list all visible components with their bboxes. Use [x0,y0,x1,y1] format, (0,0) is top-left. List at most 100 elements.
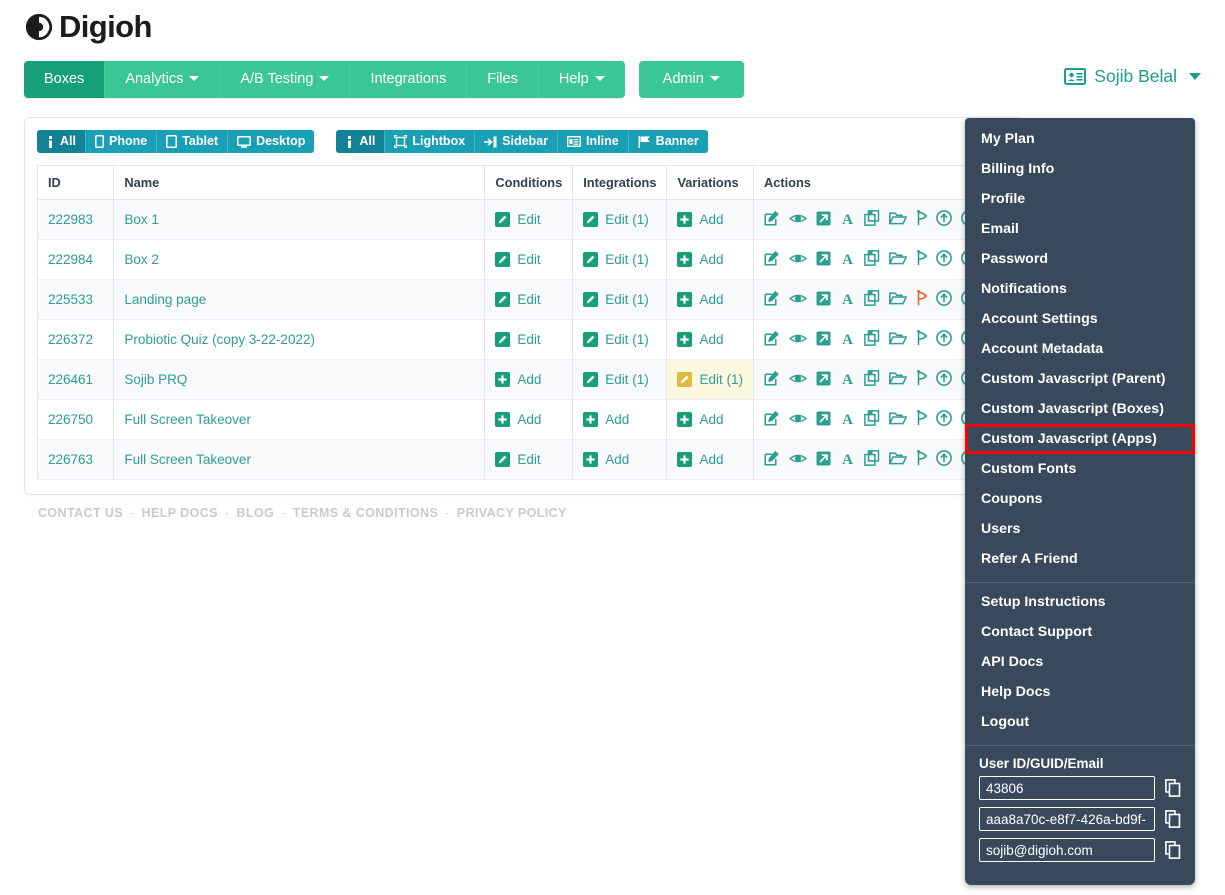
copy-icon[interactable] [1165,841,1181,859]
dropdown-item-custom-javascript-parent[interactable]: Custom Javascript (Parent) [965,364,1195,394]
footer-link-privacy[interactable]: PRIVACY POLICY [457,506,567,520]
box-name-link[interactable]: Box 1 [124,212,159,227]
integrations-action[interactable]: Edit (1) [583,212,656,227]
branch-icon[interactable] [916,209,927,229]
eye-preview-icon[interactable] [788,412,808,428]
conditions-action[interactable]: Add [495,372,562,387]
folder-icon[interactable] [888,251,908,268]
expand-arrow-icon[interactable] [816,211,831,229]
conditions-action[interactable]: Edit [495,332,562,347]
integrations-action[interactable]: Edit (1) [583,332,656,347]
dropdown-item-custom-fonts[interactable]: Custom Fonts [965,454,1195,484]
dropdown-item-account-settings[interactable]: Account Settings [965,304,1195,334]
conditions-action[interactable]: Edit [495,452,562,467]
folder-icon[interactable] [888,371,908,388]
edit-pencil-icon[interactable] [764,370,780,389]
nav-item-boxes[interactable]: Boxes [24,61,106,98]
user-guid-input[interactable]: aaa8a70c-e8f7-426a-bd9f- [979,807,1155,831]
folder-icon[interactable] [888,411,908,428]
conditions-action[interactable]: Edit [495,252,562,267]
copy-duplicate-icon[interactable] [864,210,880,229]
box-name-link[interactable]: Probiotic Quiz (copy 3-22-2022) [124,332,315,347]
eye-preview-icon[interactable] [788,452,808,468]
branch-icon[interactable] [916,409,927,429]
eye-preview-icon[interactable] [788,372,808,388]
branch-icon[interactable] [916,249,927,269]
box-id-link[interactable]: 222983 [48,212,93,227]
copy-duplicate-icon[interactable] [864,410,880,429]
type-filter-inline[interactable]: Inline [558,130,629,153]
footer-link-contact-us[interactable]: CONTACT US [38,506,123,520]
user-id-input[interactable]: 43806 [979,776,1155,800]
expand-arrow-icon[interactable] [816,331,831,349]
integrations-action[interactable]: Edit (1) [583,372,656,387]
edit-pencil-icon[interactable] [764,410,780,429]
branch-icon[interactable] [916,329,927,349]
dropdown-item-users[interactable]: Users [965,514,1195,544]
variations-action[interactable]: Add [677,252,743,267]
box-id-link[interactable]: 225533 [48,292,93,307]
integrations-action[interactable]: Edit (1) [583,292,656,307]
variations-action[interactable]: Add [677,332,743,347]
dropdown-item-refer-a-friend[interactable]: Refer A Friend [965,544,1195,574]
copy-icon[interactable] [1165,810,1181,828]
edit-pencil-icon[interactable] [764,210,780,229]
type-filter-all[interactable]: All [336,130,386,153]
dropdown-item-email[interactable]: Email [965,214,1195,244]
box-id-link[interactable]: 226372 [48,332,93,347]
variations-action[interactable]: Add [677,212,743,227]
variations-action[interactable]: Add [677,412,743,427]
dropdown-item-profile[interactable]: Profile [965,184,1195,214]
arrow-up-circle-icon[interactable] [936,290,952,309]
expand-arrow-icon[interactable] [816,411,831,429]
box-id-link[interactable]: 222984 [48,252,93,267]
dropdown-item-contact-support[interactable]: Contact Support [965,617,1195,647]
nav-item-admin[interactable]: Admin [638,61,744,98]
eye-preview-icon[interactable] [788,212,808,228]
expand-arrow-icon[interactable] [816,451,831,469]
dropdown-item-custom-javascript-apps[interactable]: Custom Javascript (Apps) [965,424,1195,454]
font-a-icon[interactable]: A [840,211,855,229]
edit-pencil-icon[interactable] [764,290,780,309]
user-email-input[interactable]: sojib@digioh.com [979,838,1155,862]
device-filter-phone[interactable]: Phone [85,130,158,153]
nav-item-ab-testing[interactable]: A/B Testing [220,61,351,98]
type-filter-sidebar[interactable]: Sidebar [475,130,559,153]
brand-logo[interactable]: Digioh [24,11,152,42]
eye-preview-icon[interactable] [788,252,808,268]
box-id-link[interactable]: 226750 [48,412,93,427]
copy-duplicate-icon[interactable] [864,370,880,389]
copy-duplicate-icon[interactable] [864,330,880,349]
type-filter-lightbox[interactable]: Lightbox [385,130,476,153]
arrow-up-circle-icon[interactable] [936,450,952,469]
font-a-icon[interactable]: A [840,291,855,309]
user-menu-trigger[interactable]: Sojib Belal [1064,66,1201,87]
dropdown-item-password[interactable]: Password [965,244,1195,274]
integrations-action[interactable]: Add [583,452,656,467]
dropdown-item-notifications[interactable]: Notifications [965,274,1195,304]
copy-icon[interactable] [1165,779,1181,797]
arrow-up-circle-icon[interactable] [936,410,952,429]
eye-preview-icon[interactable] [788,292,808,308]
arrow-up-circle-icon[interactable] [936,210,952,229]
dropdown-item-help-docs[interactable]: Help Docs [965,677,1195,707]
branch-icon[interactable] [916,449,927,469]
dropdown-item-account-metadata[interactable]: Account Metadata [965,334,1195,364]
integrations-action[interactable]: Add [583,412,656,427]
variations-action[interactable]: Add [677,292,743,307]
nav-item-analytics[interactable]: Analytics [105,61,221,98]
arrow-up-circle-icon[interactable] [936,250,952,269]
expand-arrow-icon[interactable] [816,291,831,309]
conditions-action[interactable]: Edit [495,212,562,227]
device-filter-all[interactable]: All [37,130,86,153]
edit-pencil-icon[interactable] [764,330,780,349]
box-name-link[interactable]: Landing page [124,292,206,307]
footer-link-blog[interactable]: BLOG [236,506,274,520]
copy-duplicate-icon[interactable] [864,290,880,309]
dropdown-item-coupons[interactable]: Coupons [965,484,1195,514]
branch-icon[interactable] [916,289,927,309]
edit-pencil-icon[interactable] [764,450,780,469]
footer-link-help-docs[interactable]: HELP DOCS [142,506,218,520]
conditions-action[interactable]: Edit [495,292,562,307]
folder-icon[interactable] [888,291,908,308]
